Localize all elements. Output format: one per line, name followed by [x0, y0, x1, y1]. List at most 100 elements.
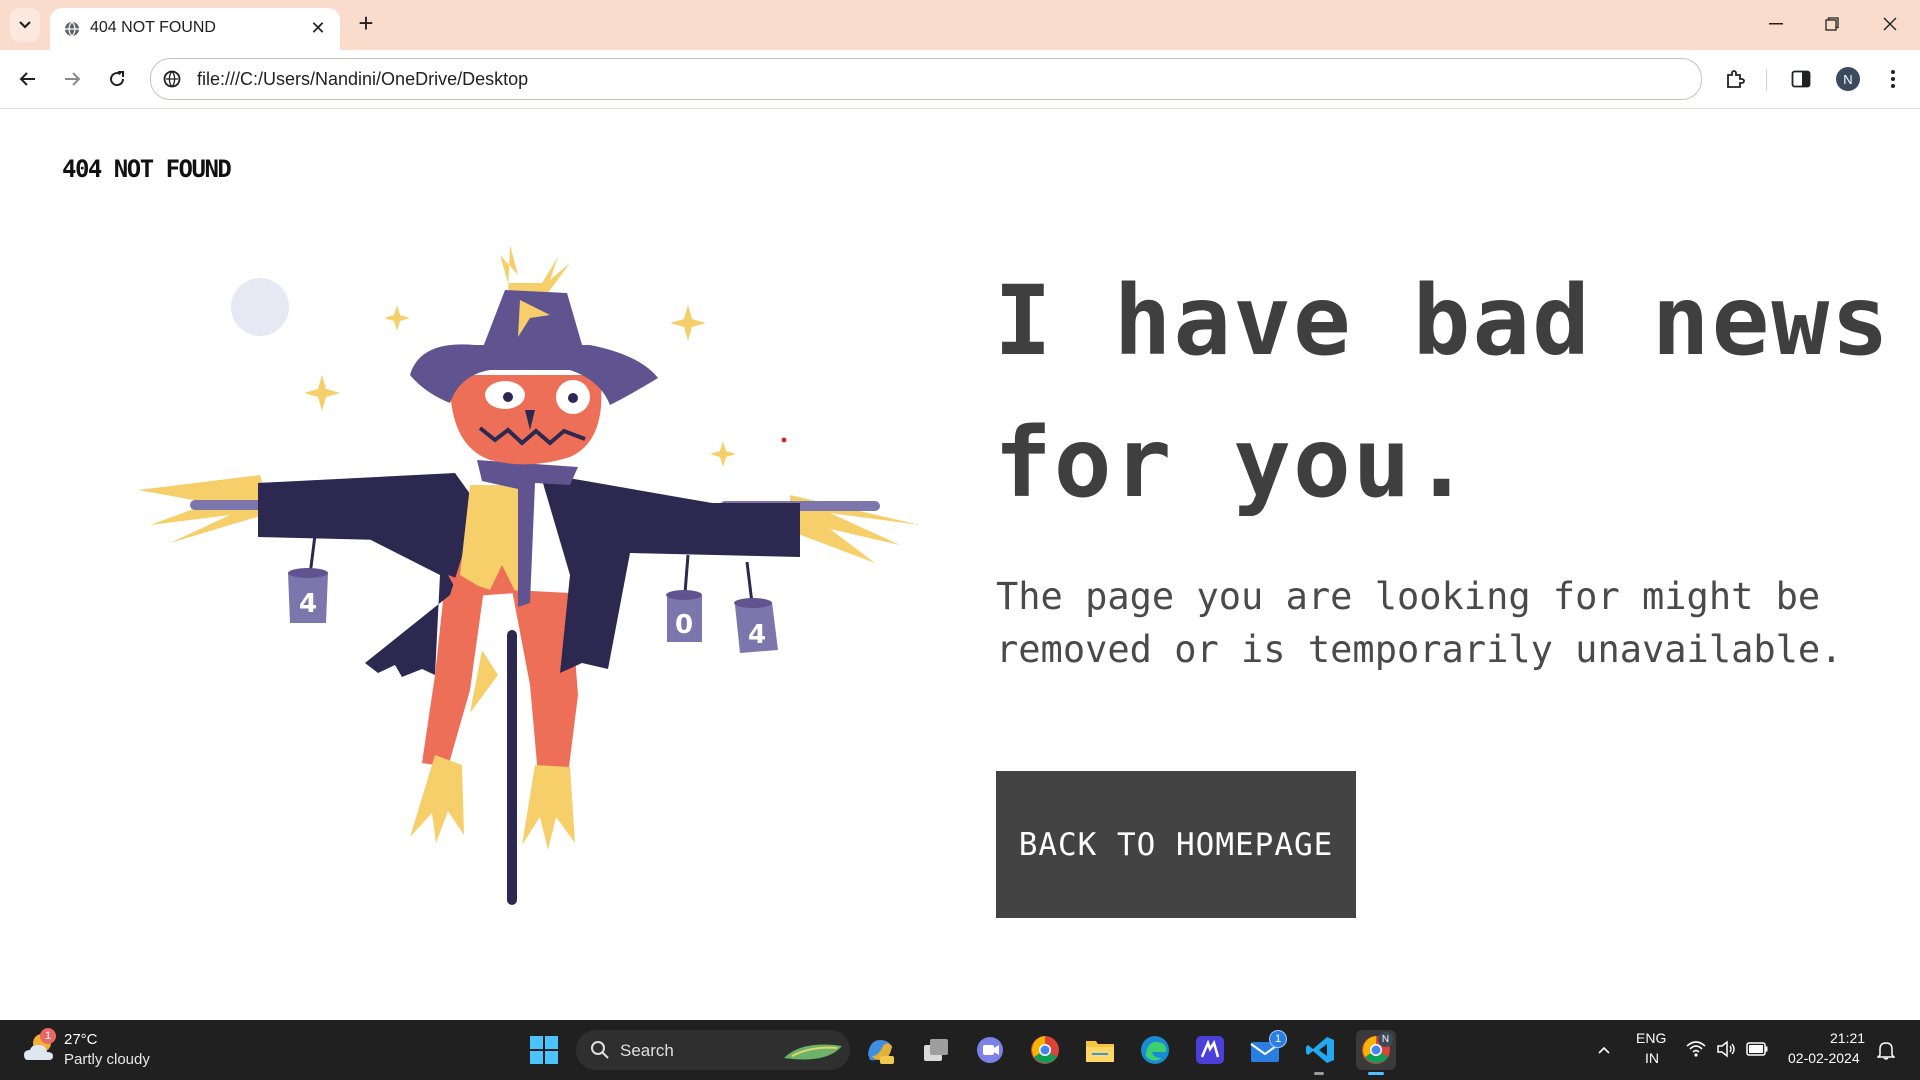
tab-title: 404 NOT FOUND	[90, 19, 216, 36]
side-panel-icon	[1791, 70, 1811, 88]
can-digit: 4	[748, 620, 766, 650]
active-indicator	[1368, 1072, 1384, 1075]
weather-temp: 27°C	[64, 1031, 98, 1048]
windows-logo-icon	[530, 1036, 558, 1064]
pole	[507, 630, 517, 905]
sparkle-icon	[304, 375, 340, 411]
page-headline: I have bad news for you.	[994, 250, 1914, 534]
taskbar-mail[interactable]: 1	[1245, 1030, 1287, 1070]
reload-button[interactable]	[100, 62, 134, 96]
profile-avatar[interactable]: N	[1836, 67, 1860, 91]
taskbar-search[interactable]: Search	[576, 1030, 850, 1070]
weather-desc: Partly cloudy	[64, 1051, 150, 1068]
lang-code: ENG	[1636, 1030, 1667, 1046]
puzzle-icon	[1727, 70, 1745, 88]
ai-app-icon	[1196, 1036, 1224, 1064]
red-dot	[781, 437, 787, 443]
toolbar-divider	[1766, 69, 1767, 91]
weather-widget[interactable]: 1 27°C Partly cloudy	[16, 1026, 156, 1074]
taskbar-vscode[interactable]	[1300, 1030, 1340, 1075]
task-view-icon	[924, 1039, 948, 1061]
back-to-homepage-button[interactable]: BACK TO HOMEPAGE	[996, 771, 1356, 918]
search-icon	[591, 1041, 609, 1059]
left-pupil	[503, 392, 513, 402]
can-rim	[288, 568, 328, 578]
can-string	[745, 561, 754, 604]
site-logo[interactable]: 404 NOT FOUND	[62, 155, 232, 183]
notifications-button[interactable]	[1866, 1030, 1906, 1070]
chat-icon	[977, 1037, 1003, 1063]
reload-icon	[110, 71, 125, 87]
clock-date: 02-02-2024	[1788, 1050, 1860, 1066]
arrow-right-icon	[65, 72, 81, 86]
chevron-down-icon	[19, 21, 31, 29]
chrome-icon	[1031, 1036, 1059, 1064]
taskbar-task-view[interactable]	[916, 1030, 956, 1070]
browser-tab[interactable]: 404 NOT FOUND ✕	[50, 8, 340, 50]
taskbar-chrome[interactable]	[1025, 1030, 1065, 1070]
right-pupil	[568, 393, 578, 403]
start-button[interactable]	[524, 1030, 564, 1070]
tab-strip: 404 NOT FOUND ✕ +	[0, 0, 1920, 50]
taskbar-file-explorer[interactable]	[1080, 1030, 1120, 1070]
can-digit: 0	[675, 610, 693, 640]
forward-nav-button[interactable]	[55, 62, 89, 96]
chevron-up-icon	[1598, 1046, 1610, 1054]
taskbar-edge[interactable]	[1135, 1030, 1175, 1070]
browser-menu-button[interactable]	[1876, 62, 1910, 96]
can-rim	[734, 598, 772, 608]
new-tab-button[interactable]: +	[352, 10, 380, 38]
wifi-icon	[1686, 1041, 1706, 1057]
lang-region: IN	[1645, 1050, 1659, 1066]
copilot-icon	[868, 1040, 894, 1064]
close-tab-icon[interactable]: ✕	[308, 18, 328, 38]
folder-icon	[1086, 1041, 1114, 1062]
can-string	[683, 554, 690, 594]
arrow-left-icon	[19, 72, 35, 86]
tab-search-button[interactable]	[10, 8, 40, 42]
minimize-icon	[1769, 23, 1783, 25]
more-vert-icon	[1891, 70, 1895, 88]
subtext-line-1: The page you are looking for might be	[996, 575, 1821, 618]
extensions-button[interactable]	[1718, 62, 1752, 96]
coat-left-sleeve	[258, 477, 420, 541]
subtext-line-2: removed or is temporarily unavailable.	[996, 628, 1843, 671]
scarecrow-illustration: 4 0 4	[138, 245, 920, 905]
clock[interactable]: 21:21 02-02-2024	[1780, 1026, 1874, 1074]
show-hidden-icons-button[interactable]	[1584, 1030, 1624, 1070]
taskbar-teams[interactable]	[970, 1030, 1010, 1070]
back-nav-button[interactable]	[11, 62, 45, 96]
can-digit: 4	[299, 589, 317, 619]
taskbar-ai-app[interactable]	[1190, 1030, 1230, 1070]
taskbar-copilot[interactable]	[860, 1030, 900, 1070]
can-rim	[666, 590, 702, 600]
quick-settings[interactable]	[1682, 1034, 1782, 1066]
bell-icon	[1877, 1042, 1895, 1060]
site-info-icon[interactable]	[163, 70, 181, 88]
profile-badge: N	[1378, 1032, 1393, 1047]
taskbar-chrome-active[interactable]: N	[1356, 1030, 1396, 1075]
restore-icon	[1825, 17, 1839, 31]
globe-icon	[65, 21, 79, 37]
restore-button[interactable]	[1812, 10, 1852, 38]
language-indicator[interactable]: ENG IN	[1628, 1026, 1678, 1074]
mail-badge: 1	[1269, 1030, 1287, 1048]
left-foot-straw	[410, 755, 464, 843]
moon-icon	[231, 278, 289, 336]
page-subtext: The page you are looking for might be re…	[996, 570, 1896, 676]
battery-icon	[1746, 1042, 1768, 1056]
minimize-button[interactable]	[1756, 10, 1796, 38]
url-text: file:///C:/Users/Nandini/OneDrive/Deskto…	[197, 69, 529, 89]
close-window-button[interactable]	[1870, 10, 1910, 38]
sparkle-icon	[670, 305, 706, 341]
headline-line-1: I have bad news	[994, 265, 1891, 377]
taskbar: 1 27°C Partly cloudy Search 1 N ENG IN 2…	[0, 1020, 1920, 1080]
volume-icon	[1717, 1040, 1735, 1058]
sparkle-icon	[710, 441, 736, 467]
running-indicator	[1314, 1072, 1324, 1075]
side-panel-button[interactable]	[1784, 62, 1818, 96]
search-highlight-icon	[784, 1044, 842, 1060]
address-bar[interactable]: file:///C:/Users/Nandini/OneDrive/Deskto…	[150, 58, 1702, 100]
sparkle-icon	[384, 305, 410, 331]
clock-time: 21:21	[1830, 1030, 1866, 1046]
